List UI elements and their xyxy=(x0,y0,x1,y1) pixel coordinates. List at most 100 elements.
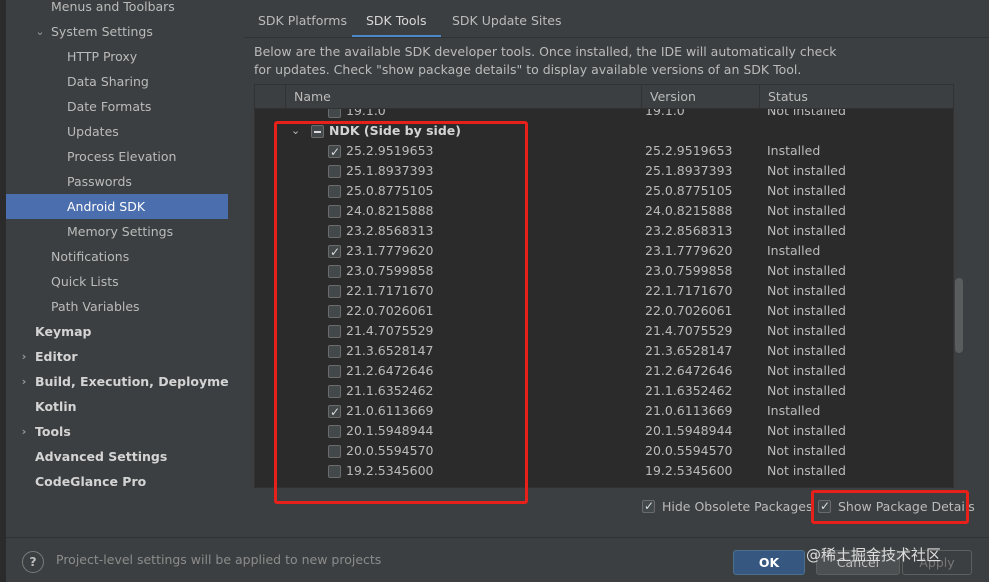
sidebar-item-label: Notifications xyxy=(51,249,130,264)
hide-obsolete-checkbox[interactable] xyxy=(642,497,655,515)
sidebar-item-label: Tools xyxy=(35,424,71,439)
sidebar-item-label: Keymap xyxy=(35,324,92,339)
package-status: Installed xyxy=(767,403,821,418)
sidebar-item-label: CodeGlance Pro xyxy=(35,474,147,489)
package-version: 25.2.9519653 xyxy=(645,143,733,158)
package-status: Not installed xyxy=(767,223,846,238)
package-status: Not installed xyxy=(767,203,846,218)
sidebar-item-label: Process Elevation xyxy=(67,149,177,164)
project-settings-hint: Project-level settings will be applied t… xyxy=(56,552,382,567)
package-status: Installed xyxy=(767,143,821,158)
table-scrollbar[interactable] xyxy=(955,108,963,488)
sidebar-item-label: Data Sharing xyxy=(67,74,149,89)
sidebar-item[interactable]: Advanced Settings xyxy=(6,444,228,469)
package-version: 23.2.8568313 xyxy=(645,223,733,238)
package-version: 24.0.8215888 xyxy=(645,203,733,218)
sidebar-item-label: Passwords xyxy=(67,174,132,189)
sidebar-item[interactable]: Android SDK xyxy=(6,194,228,219)
sidebar-item-label: Advanced Settings xyxy=(35,449,168,464)
sidebar-item[interactable]: Quick Lists xyxy=(6,269,228,294)
sidebar-item-label: Updates xyxy=(67,124,119,139)
show-details-highlight-box xyxy=(811,490,969,524)
tab-sdk-update-sites[interactable]: SDK Update Sites xyxy=(438,4,576,38)
sidebar-item-label: Build, Execution, Deployment xyxy=(35,374,228,389)
sidebar-item[interactable]: Keymap xyxy=(6,319,228,344)
sidebar-item-label: Memory Settings xyxy=(67,224,174,239)
sidebar-item[interactable]: Process Elevation xyxy=(6,144,228,169)
tab-divider xyxy=(244,37,989,38)
sidebar-item[interactable]: Path Variables xyxy=(6,294,228,319)
sidebar-item-label: Android SDK xyxy=(67,199,146,214)
sidebar-item[interactable]: ⌄ System Settings xyxy=(6,19,228,44)
package-status: Not installed xyxy=(767,109,846,118)
dialog-footer: ? Project-level settings will be applied… xyxy=(6,537,989,582)
sidebar-item[interactable]: › Build, Execution, Deployment xyxy=(6,369,228,394)
package-version: 21.2.6472646 xyxy=(645,363,733,378)
ndk-highlight-box xyxy=(274,121,528,504)
package-status: Not installed xyxy=(767,383,846,398)
package-status: Not installed xyxy=(767,463,846,478)
package-status: Not installed xyxy=(767,303,846,318)
package-version: 19.2.5345600 xyxy=(645,463,733,478)
sidebar-item[interactable]: Menus and Toolbars xyxy=(6,0,228,19)
package-version: 25.0.8775105 xyxy=(645,183,733,198)
ok-button[interactable]: OK xyxy=(733,550,805,575)
package-status: Installed xyxy=(767,243,821,258)
sidebar-item-label: Date Formats xyxy=(67,99,152,114)
package-status: Not installed xyxy=(767,343,846,358)
settings-sidebar: Menus and Toolbars ⌄ System Settings HTTP P… xyxy=(6,0,228,537)
sidebar-item[interactable]: Memory Settings xyxy=(6,219,228,244)
sidebar-item[interactable]: Passwords xyxy=(6,169,228,194)
chevron-right-icon[interactable]: › xyxy=(19,419,29,444)
package-version: 23.1.7779620 xyxy=(645,243,733,258)
package-version: 19.1.0 xyxy=(645,109,685,118)
tab-sdk-tools[interactable]: SDK Tools xyxy=(352,4,441,38)
scrollbar-thumb[interactable] xyxy=(955,278,963,353)
package-version: 21.0.6113669 xyxy=(645,403,733,418)
help-icon[interactable]: ? xyxy=(22,551,44,573)
package-version: 20.0.5594570 xyxy=(645,443,733,458)
package-version: 22.0.7026061 xyxy=(645,303,733,318)
package-checkbox[interactable] xyxy=(328,109,341,118)
chevron-right-icon[interactable]: › xyxy=(19,344,29,369)
sidebar-item[interactable]: HTTP Proxy xyxy=(6,44,228,69)
sidebar-item-label: Menus and Toolbars xyxy=(51,0,175,14)
package-version: 20.1.5948944 xyxy=(645,423,733,438)
package-version: 21.4.7075529 xyxy=(645,323,733,338)
sidebar-item[interactable]: CodeGlance Pro xyxy=(6,469,228,494)
package-version: 23.0.7599858 xyxy=(645,263,733,278)
package-status: Not installed xyxy=(767,163,846,178)
watermark: @稀土掘金技术社区 xyxy=(806,546,942,564)
column-version[interactable]: Version xyxy=(641,85,759,109)
package-status: Not installed xyxy=(767,423,846,438)
sidebar-item[interactable]: Notifications xyxy=(6,244,228,269)
package-status: Not installed xyxy=(767,263,846,278)
sidebar-item-label: Quick Lists xyxy=(51,274,119,289)
chevron-down-icon[interactable]: ⌄ xyxy=(35,19,45,44)
chevron-right-icon[interactable]: › xyxy=(19,369,29,394)
tab-sdk-platforms[interactable]: SDK Platforms xyxy=(244,4,361,38)
sidebar-item[interactable]: Updates xyxy=(6,119,228,144)
sidebar-item[interactable]: Kotlin xyxy=(6,394,228,419)
sidebar-item-label: HTTP Proxy xyxy=(67,49,138,64)
sidebar-item[interactable]: › Editor xyxy=(6,344,228,369)
package-version: 21.3.6528147 xyxy=(645,343,733,358)
sidebar-item[interactable]: Data Sharing xyxy=(6,69,228,94)
table-row[interactable]: 19.1.0 19.1.0 Not installed xyxy=(255,109,953,121)
sidebar-item-label: Kotlin xyxy=(35,399,77,414)
package-status: Not installed xyxy=(767,283,846,298)
column-name[interactable]: Name xyxy=(285,85,641,109)
package-version: 22.1.7171670 xyxy=(645,283,733,298)
package-status: Not installed xyxy=(767,363,846,378)
column-status[interactable]: Status xyxy=(759,85,953,109)
sidebar-item-label: System Settings xyxy=(51,24,153,39)
package-name: 19.1.0 xyxy=(346,109,386,118)
sidebar-item[interactable]: Date Formats xyxy=(6,94,228,119)
sidebar-item-label: Path Variables xyxy=(51,299,140,314)
table-header: Name Version Status xyxy=(255,85,953,109)
package-status: Not installed xyxy=(767,443,846,458)
package-status: Not installed xyxy=(767,183,846,198)
hide-obsolete-label: Hide Obsolete Packages xyxy=(662,499,813,514)
sidebar-item[interactable]: › Tools xyxy=(6,419,228,444)
sdk-tools-description: Below are the available SDK developer to… xyxy=(254,44,837,77)
